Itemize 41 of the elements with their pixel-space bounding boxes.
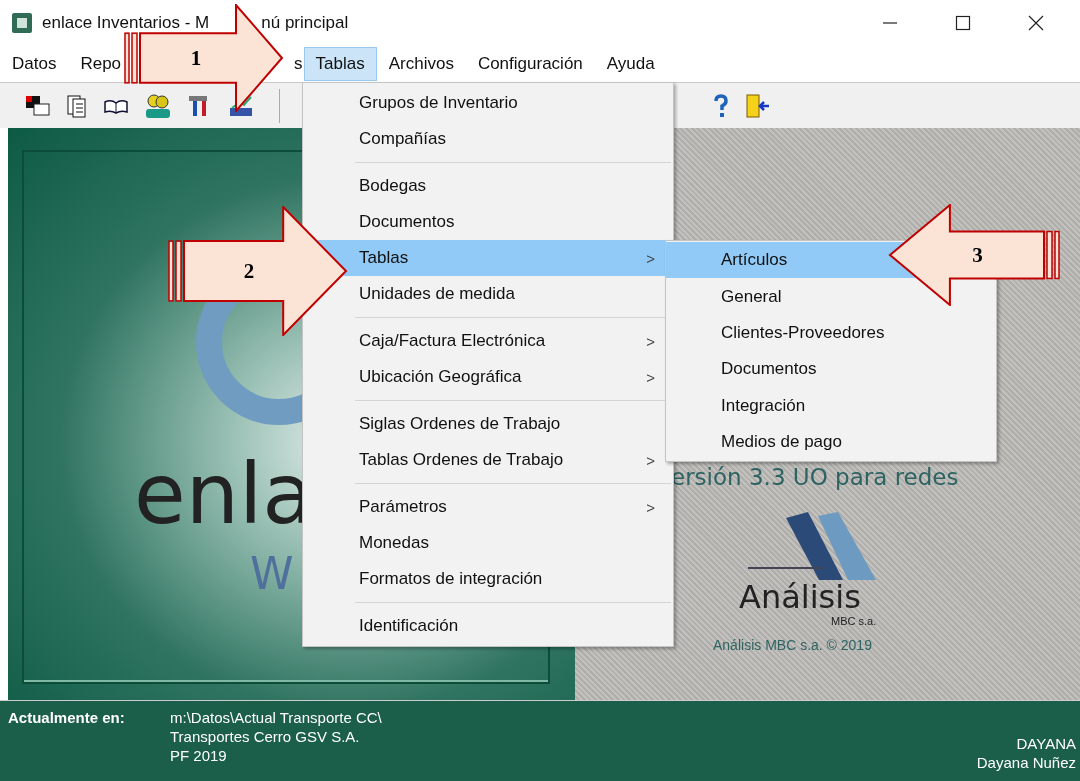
logo-subtext: W: [250, 552, 294, 596]
help-icon[interactable]: [712, 93, 730, 118]
status-text: m:\Datos\Actual Transporte CC\: [170, 709, 382, 726]
window-title: nú principal: [261, 12, 349, 33]
menu-item[interactable]: Identificación: [303, 608, 673, 644]
menu-item[interactable]: Clientes-Proveedores: [666, 314, 996, 352]
menu-item[interactable]: Configuración: [465, 46, 595, 81]
close-icon[interactable]: [1028, 14, 1044, 31]
user-text: DAYANA: [1016, 735, 1076, 752]
menu-item[interactable]: General: [666, 278, 996, 315]
version-text: ersión 3.3 UO para redes: [671, 464, 959, 490]
copyright-text: Análisis MBC s.a. © 2019: [713, 637, 872, 654]
exit-door-icon[interactable]: [745, 92, 771, 119]
menu-item[interactable]: Datos: [0, 46, 69, 81]
menu-item[interactable]: s: [282, 46, 304, 81]
menu-item[interactable]: Integración: [666, 387, 996, 424]
menu-item[interactable]: Documentos: [303, 204, 673, 240]
documents-icon[interactable]: [66, 93, 88, 118]
user-text: Dayana Nuñez: [976, 754, 1076, 771]
app-icon: [12, 12, 32, 33]
company-logo-subtext: MBC s.a.: [831, 615, 877, 628]
menu-item[interactable]: Repo: [68, 46, 123, 81]
company-logo-text: Análisis: [739, 580, 861, 616]
maximize-icon[interactable]: [955, 14, 971, 31]
callout-number: 2: [243, 259, 255, 283]
people-icon[interactable]: [144, 92, 172, 119]
menu-item[interactable]: Compañías: [303, 121, 673, 157]
cards-icon[interactable]: [25, 93, 51, 118]
menu-item[interactable]: Tablas: [303, 46, 377, 81]
menu-item[interactable]: Archivos: [376, 46, 466, 81]
status-label: Actualmente en:: [8, 709, 126, 728]
status-text: Transportes Cerro GSV S.A.: [170, 728, 361, 745]
window-title: enlace Inventarios - M: [42, 12, 210, 33]
status-text: PF 2019: [170, 747, 228, 764]
callout-number: 1: [190, 46, 202, 70]
menu-item[interactable]: Bodegas: [303, 168, 673, 204]
menu-item[interactable]: Documentos: [666, 351, 996, 388]
menu-item[interactable]: Ayuda: [594, 46, 667, 81]
menu-item[interactable]: Formatos de integración: [303, 561, 673, 597]
callout-number: 3: [972, 243, 983, 267]
menu-item[interactable]: Medios de pago: [666, 423, 996, 461]
